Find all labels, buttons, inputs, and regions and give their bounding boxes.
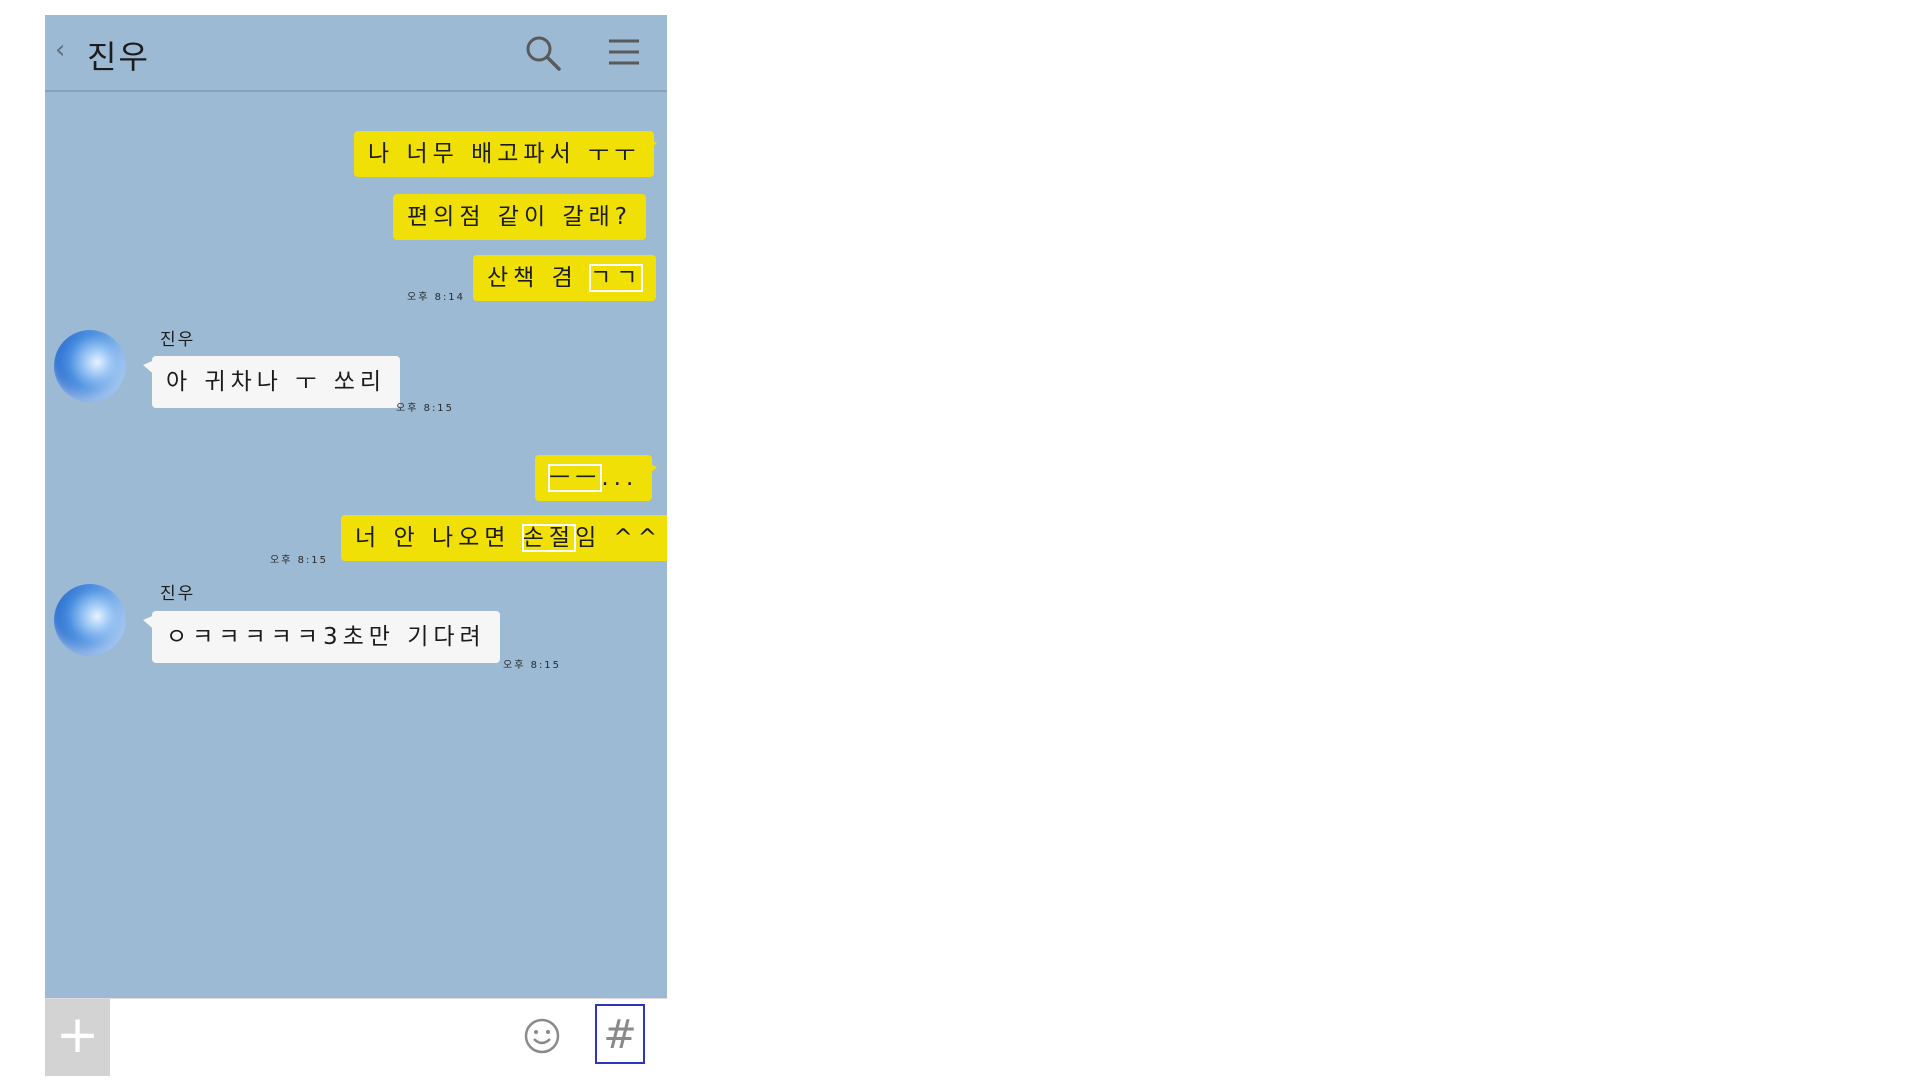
bubble-tail <box>643 461 657 479</box>
menu-icon[interactable] <box>607 35 641 69</box>
message-bubble-sent[interactable]: ㅡㅡ... <box>535 455 653 501</box>
message-text: 임 ^^ <box>575 525 663 551</box>
message-bubble-received[interactable]: 아 귀차나 ㅜ 쏘리 <box>152 356 401 408</box>
timestamp: 오후 8:15 <box>396 403 455 414</box>
message-bubble-sent[interactable]: 산책 겸 ㄱㄱ <box>473 255 657 301</box>
message-text: ... <box>601 465 639 491</box>
input-bar: + # <box>45 998 667 1078</box>
message-text: 아 귀차나 ㅜ 쏘리 <box>166 369 387 395</box>
message-text: ㅇㅋㅋㅋㅋㅋ3초만 기다려 <box>166 624 486 650</box>
message-bubble-sent[interactable]: 너 안 나오면 손절임 ^^ <box>341 515 667 561</box>
highlighted-text: 손절 <box>521 524 577 552</box>
message-text: 산책 겸 <box>487 265 591 291</box>
avatar[interactable] <box>54 330 126 402</box>
emoji-icon[interactable] <box>523 1017 561 1055</box>
back-button[interactable]: ‹ <box>55 35 65 65</box>
message-bubble-sent[interactable]: 편의점 같이 갈래? <box>393 194 646 240</box>
message-text: 나 너무 배고파서 ㅜㅜ <box>368 141 641 167</box>
hashtag-button[interactable]: # <box>595 1004 645 1064</box>
avatar[interactable] <box>54 584 126 656</box>
chat-screen: ‹ 진우 나 너무 배고파서 ㅜㅜ 편의점 같이 갈래? 산책 겸 ㄱㄱ 오후 … <box>45 15 667 1078</box>
sender-name: 진우 <box>160 330 196 350</box>
bubble-tail <box>643 137 657 155</box>
search-icon[interactable] <box>523 33 563 73</box>
message-bubble-received[interactable]: ㅇㅋㅋㅋㅋㅋ3초만 기다려 <box>152 611 500 663</box>
timestamp: 오후 8:15 <box>503 660 562 671</box>
message-text: 편의점 같이 갈래? <box>407 204 632 230</box>
timestamp: 오후 8:14 <box>407 292 466 303</box>
add-button[interactable]: + <box>45 999 110 1076</box>
chat-header: ‹ 진우 <box>45 15 667 92</box>
timestamp: 오후 8:15 <box>270 555 329 566</box>
message-bubble-sent[interactable]: 나 너무 배고파서 ㅜㅜ <box>354 131 655 177</box>
highlighted-text: ㅡㅡ <box>547 464 603 492</box>
sender-name: 진우 <box>160 584 196 604</box>
message-text: 너 안 나오면 <box>355 525 523 551</box>
chat-title: 진우 <box>87 38 150 76</box>
highlighted-text: ㄱㄱ <box>589 264 644 292</box>
